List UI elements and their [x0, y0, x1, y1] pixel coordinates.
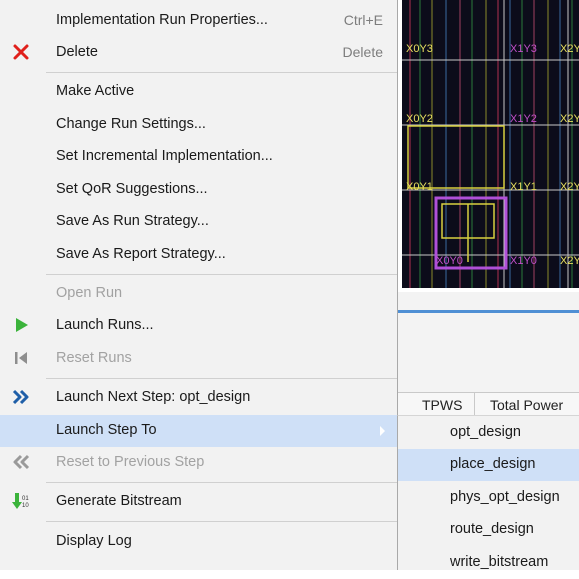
svg-text:01: 01 [22, 496, 29, 502]
menu-item-save-as-run-strategy[interactable]: Save As Run Strategy... [0, 206, 397, 238]
region-label: X0Y0 [436, 255, 463, 267]
submenu-item-label: phys_opt_design [450, 489, 560, 505]
menu-separator [46, 378, 397, 379]
submenu-item-label: place_design [450, 456, 536, 472]
region-label: X1Y0 [510, 255, 537, 267]
submenu-item-phys-opt-design[interactable]: phys_opt_design [398, 482, 579, 514]
submenu-item-label: write_bitstream [450, 554, 549, 570]
menu-item-display-log[interactable]: Display Log [0, 526, 397, 558]
panel-divider [398, 310, 579, 313]
region-label: X2Y3 [560, 43, 579, 55]
menu-item-delete[interactable]: Delete Delete [0, 37, 397, 69]
menu-item-label: Launch Next Step: opt_design [56, 389, 251, 405]
region-label: X0Y2 [406, 113, 433, 125]
region-label: X0Y3 [406, 43, 433, 55]
device-view-canvas: X0Y3 X1Y3 X2Y3 X0Y2 X1Y2 X2Y2 X0Y1 X1Y1 … [402, 0, 579, 288]
menu-item-label: Launch Runs... [56, 317, 154, 333]
submenu-item-route-design[interactable]: route_design [398, 514, 579, 546]
menu-separator [46, 72, 397, 73]
menu-item-label: Save As Report Strategy... [56, 246, 226, 262]
shortcut-label: Ctrl+E [343, 12, 383, 28]
menu-item-label: Set QoR Suggestions... [56, 181, 208, 197]
menu-item-set-qor-suggestions[interactable]: Set QoR Suggestions... [0, 174, 397, 206]
bitstream-icon: 01 10 [10, 492, 32, 512]
play-icon [10, 316, 32, 336]
menu-item-label: Implementation Run Properties... [56, 12, 268, 28]
menu-item-label: Launch Step To [56, 422, 157, 438]
context-menu: Implementation Run Properties... Ctrl+E … [0, 0, 398, 570]
menu-item-generate-bitstream[interactable]: 01 10 Generate Bitstream [0, 486, 397, 518]
menu-item-label: Save As Run Strategy... [56, 213, 209, 229]
menu-item-label: Delete [56, 44, 98, 60]
menu-item-save-as-report-strategy[interactable]: Save As Report Strategy... [0, 239, 397, 271]
column-divider [474, 393, 475, 417]
region-label: X2Y0 [560, 255, 579, 267]
menu-item-launch-runs[interactable]: Launch Runs... [0, 310, 397, 342]
menu-separator [46, 521, 397, 522]
submenu-item-label: opt_design [450, 424, 521, 440]
device-view[interactable]: X0Y3 X1Y3 X2Y3 X0Y2 X1Y2 X2Y2 X0Y1 X1Y1 … [402, 0, 579, 288]
menu-item-set-incremental-implementation[interactable]: Set Incremental Implementation... [0, 141, 397, 173]
menu-item-label: Generate Bitstream [56, 493, 182, 509]
submenu-arrow-icon [380, 426, 385, 436]
menu-item-launch-next-step[interactable]: Launch Next Step: opt_design [0, 382, 397, 414]
menu-separator [46, 482, 397, 483]
submenu-item-opt-design[interactable]: opt_design [398, 417, 579, 449]
menu-item-implementation-run-properties[interactable]: Implementation Run Properties... Ctrl+E [0, 5, 397, 37]
menu-item-reset-to-previous-step: Reset to Previous Step [0, 447, 397, 479]
menu-item-reset-runs: Reset Runs [0, 343, 397, 375]
region-label: X2Y1 [560, 181, 579, 193]
column-header-total-power[interactable]: Total Power [490, 397, 563, 413]
menu-separator [46, 274, 397, 275]
menu-item-label: Display Log [56, 533, 132, 549]
region-label: X1Y1 [510, 181, 537, 193]
region-label: X0Y1 [406, 181, 433, 193]
launch-step-to-submenu: opt_design place_design phys_opt_design … [397, 415, 579, 570]
submenu-item-label: route_design [450, 521, 534, 537]
shortcut-label: Delete [342, 44, 383, 60]
reset-icon [10, 349, 32, 369]
menu-item-label: Open Run [56, 285, 123, 301]
menu-item-label: Set Incremental Implementation... [56, 148, 273, 164]
svg-text:10: 10 [22, 503, 29, 509]
region-label: X2Y2 [560, 113, 579, 125]
region-label: X1Y3 [510, 43, 537, 55]
menu-item-label: Make Active [56, 83, 135, 99]
submenu-item-write-bitstream[interactable]: write_bitstream [398, 547, 579, 579]
menu-item-launch-step-to[interactable]: Launch Step To [0, 415, 397, 447]
column-header-tpws[interactable]: TPWS [422, 397, 462, 413]
submenu-item-place-design[interactable]: place_design [398, 449, 579, 481]
menu-item-change-run-settings[interactable]: Change Run Settings... [0, 109, 397, 141]
region-label: X1Y2 [510, 113, 537, 125]
menu-item-label: Reset to Previous Step [56, 454, 205, 470]
previous-step-icon [10, 453, 32, 473]
menu-item-open-run: Open Run [0, 278, 397, 310]
menu-item-label: Change Run Settings... [56, 116, 206, 132]
menu-item-make-active[interactable]: Make Active [0, 76, 397, 108]
next-step-icon [10, 388, 32, 408]
menu-item-label: Reset Runs [56, 350, 132, 366]
delete-x-icon [10, 43, 32, 63]
